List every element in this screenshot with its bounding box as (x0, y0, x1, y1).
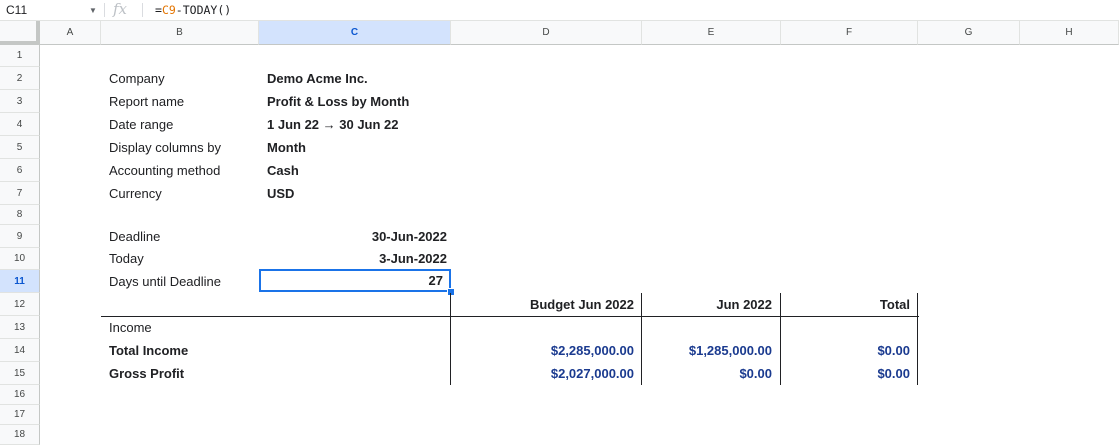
divider (142, 3, 143, 17)
meta-label-company[interactable]: Company (109, 67, 165, 90)
formula-input[interactable]: =C9-TODAY() (155, 0, 231, 20)
deadline-value[interactable]: 30-Jun-2022 (259, 225, 447, 248)
row-header-16[interactable]: 16 (0, 385, 40, 405)
table-header-total[interactable]: Total (781, 293, 910, 316)
row-header-10[interactable]: 10 (0, 248, 40, 270)
meta-label-date-range[interactable]: Date range (109, 113, 173, 136)
meta-value-company[interactable]: Demo Acme Inc. (267, 67, 368, 90)
meta-label-report-name[interactable]: Report name (109, 90, 184, 113)
table-header-budget[interactable]: Budget Jun 2022 (451, 293, 634, 316)
row-header-4[interactable]: 4 (0, 113, 40, 136)
function-icon: fx (113, 0, 128, 18)
meta-value-report-name[interactable]: Profit & Loss by Month (267, 90, 409, 113)
active-cell-outline (259, 269, 451, 292)
column-header-g[interactable]: G (918, 21, 1020, 45)
table-row-label-gross-profit[interactable]: Gross Profit (109, 362, 184, 385)
total-income-total[interactable]: $0.00 (781, 339, 910, 362)
meta-value-date-range[interactable]: 1 Jun 22 → 30 Jun 22 (267, 113, 399, 136)
formula-bar: C11 ▼ fx =C9-TODAY() (0, 0, 1119, 21)
days-until-deadline-label[interactable]: Days until Deadline (109, 270, 221, 293)
gross-profit-budget[interactable]: $2,027,000.00 (451, 362, 634, 385)
row-header-7[interactable]: 7 (0, 182, 40, 205)
table-row-label-income[interactable]: Income (109, 316, 152, 339)
row-header-14[interactable]: 14 (0, 339, 40, 362)
gross-profit-total[interactable]: $0.00 (781, 362, 910, 385)
row-header-17[interactable]: 17 (0, 405, 40, 425)
meta-value-currency[interactable]: USD (267, 182, 294, 205)
meta-label-currency[interactable]: Currency (109, 182, 162, 205)
column-header-c[interactable]: C (259, 21, 451, 45)
today-value[interactable]: 3-Jun-2022 (259, 247, 447, 270)
formula-prefix: = (155, 3, 162, 17)
row-header-12[interactable]: 12 (0, 293, 40, 316)
row-header-15[interactable]: 15 (0, 362, 40, 385)
divider (104, 3, 105, 17)
formula-rest: -TODAY() (175, 3, 232, 17)
table-row-label-total-income[interactable]: Total Income (109, 339, 188, 362)
today-label[interactable]: Today (109, 247, 144, 270)
name-box[interactable]: C11 (0, 0, 100, 20)
row-header-8[interactable]: 8 (0, 205, 40, 225)
column-header-b[interactable]: B (101, 21, 259, 45)
total-income-jun[interactable]: $1,285,000.00 (642, 339, 772, 362)
column-header-a[interactable]: A (40, 21, 101, 45)
column-header-f[interactable]: F (781, 21, 918, 45)
total-income-budget[interactable]: $2,285,000.00 (451, 339, 634, 362)
deadline-label[interactable]: Deadline (109, 225, 160, 248)
formula-reference: C9 (161, 3, 176, 17)
row-header-5[interactable]: 5 (0, 136, 40, 159)
column-header-d[interactable]: D (451, 21, 642, 45)
table-header-divider (101, 316, 919, 317)
row-header-2[interactable]: 2 (0, 67, 40, 90)
meta-value-display-columns[interactable]: Month (267, 136, 306, 159)
row-header-3[interactable]: 3 (0, 90, 40, 113)
meta-value-accounting-method[interactable]: Cash (267, 159, 299, 182)
row-header-9[interactable]: 9 (0, 225, 40, 248)
meta-label-display-columns[interactable]: Display columns by (109, 136, 221, 159)
row-header-6[interactable]: 6 (0, 159, 40, 182)
chevron-down-icon[interactable]: ▼ (86, 0, 100, 20)
row-header-18[interactable]: 18 (0, 425, 40, 445)
gross-profit-jun[interactable]: $0.00 (642, 362, 772, 385)
table-column-divider (917, 293, 918, 385)
meta-label-accounting-method[interactable]: Accounting method (109, 159, 220, 182)
column-header-e[interactable]: E (642, 21, 781, 45)
row-header-13[interactable]: 13 (0, 316, 40, 339)
table-header-month[interactable]: Jun 2022 (642, 293, 772, 316)
column-header-h[interactable]: H (1020, 21, 1119, 45)
row-header-1[interactable]: 1 (0, 45, 40, 67)
row-header-11[interactable]: 11 (0, 270, 40, 293)
select-all-corner[interactable] (0, 21, 40, 45)
